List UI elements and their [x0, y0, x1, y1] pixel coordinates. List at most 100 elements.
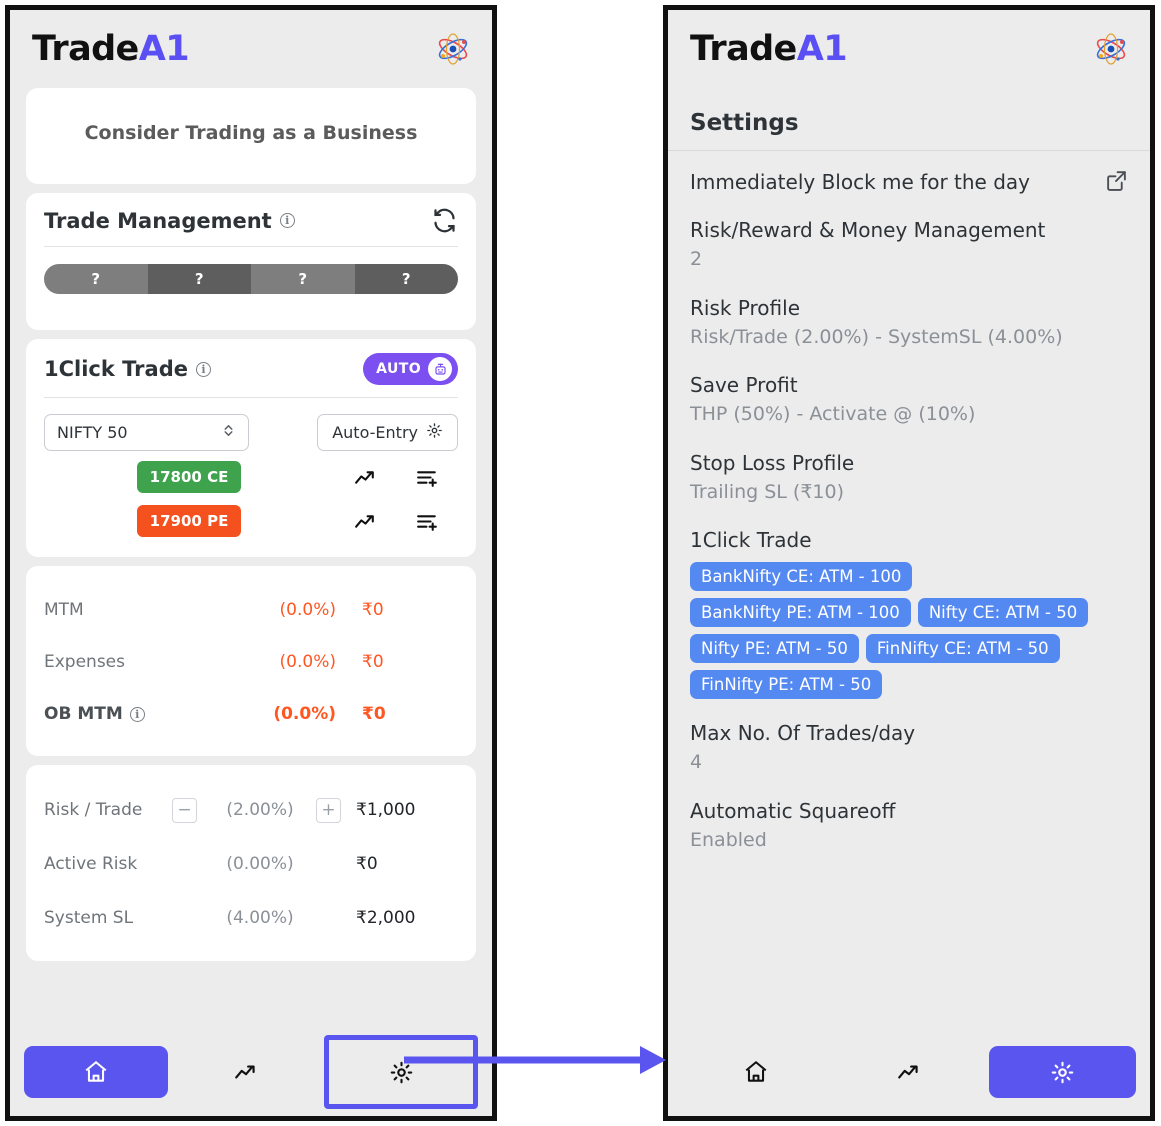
risk-per-trade-label: Risk / Trade: [44, 800, 143, 820]
setting-block-me-title: Immediately Block me for the day: [690, 170, 1030, 194]
brand-logo-part1: Trade: [32, 28, 139, 69]
brand-logo-part2: A1: [796, 28, 848, 69]
risk-decrease-button[interactable]: −: [172, 797, 197, 823]
add-to-list-icon[interactable]: [396, 465, 458, 490]
one-click-trade-title-group: 1Click Trade i: [44, 357, 211, 381]
segment-3[interactable]: ?: [251, 264, 355, 294]
settings-title: Settings: [668, 100, 1150, 151]
trend-up-icon[interactable]: [334, 465, 396, 490]
setting-automatic-squareoff-value: Enabled: [690, 828, 767, 851]
setting-risk-reward[interactable]: Risk/Reward & Money Management 2: [690, 217, 1128, 274]
setting-max-trades-value: 4: [690, 751, 703, 774]
setting-one-click-trade[interactable]: 1Click Trade BankNifty CE: ATM - 100 Ban…: [690, 527, 1128, 700]
nav-home-button[interactable]: [24, 1046, 168, 1098]
trade-management-header: Trade Management i: [44, 207, 458, 247]
setting-stop-loss-title: Stop Loss Profile: [690, 450, 855, 475]
refresh-icon[interactable]: [431, 207, 458, 234]
info-circle-icon[interactable]: i: [279, 213, 295, 228]
setting-automatic-squareoff[interactable]: Automatic Squareoff Enabled: [690, 798, 1128, 855]
atom-icon: [1094, 32, 1128, 66]
chip-finnifty-pe[interactable]: FinNifty PE: ATM - 50: [690, 670, 883, 700]
nav-trades-button[interactable]: [174, 1046, 318, 1098]
setting-max-trades[interactable]: Max No. Of Trades/day 4: [690, 720, 1128, 777]
info-circle-icon[interactable]: i: [195, 361, 211, 377]
setting-risk-reward-title: Risk/Reward & Money Management: [690, 218, 1046, 242]
ob-mtm-percent: (0.0%): [273, 704, 336, 724]
setting-one-click-trade-title: 1Click Trade: [690, 528, 812, 553]
trade-management-card: Trade Management i ? ? ? ?: [26, 193, 476, 330]
connector-arrow: [404, 1046, 666, 1074]
expenses-row: Expenses (0.0%) ₹0: [44, 636, 458, 688]
active-risk-label: Active Risk: [44, 854, 138, 874]
setting-save-profit-value: THP (50%) - Activate @ (10%): [690, 403, 976, 426]
chip-finnifty-ce[interactable]: FinNifty CE: ATM - 50: [865, 634, 1060, 664]
risk-card: Risk / Trade − (2.00%) + ₹1,000 Active R…: [26, 765, 476, 961]
system-sl-row: System SL (4.00%) ₹2,000: [44, 891, 458, 945]
ob-mtm-value: ₹0: [362, 704, 386, 724]
mtm-label: MTM: [44, 600, 84, 620]
segment-2[interactable]: ?: [147, 264, 251, 294]
active-risk-value: ₹0: [356, 854, 378, 874]
mtm-row: MTM (0.0%) ₹0: [44, 584, 458, 636]
segment-1[interactable]: ?: [44, 264, 148, 294]
segmented-bar: ? ? ? ?: [44, 264, 458, 294]
strike-row-ce: 17800 CE: [44, 455, 458, 499]
strike-chip-pe[interactable]: 17900 PE: [137, 505, 241, 537]
system-sl-percent: (4.00%): [226, 908, 294, 928]
trend-up-icon[interactable]: [334, 509, 396, 534]
phone-frame-home: TradeA1 Consider Trading as a Business: [5, 5, 497, 1121]
auto-toggle-badge[interactable]: AUTO: [363, 353, 458, 385]
bottom-nav-right: [668, 1028, 1150, 1116]
risk-per-trade-percent: (2.00%): [226, 800, 294, 820]
instrument-select[interactable]: NIFTY 50: [44, 414, 249, 451]
nav-settings-button[interactable]: [988, 1046, 1136, 1098]
quote-card: Consider Trading as a Business: [26, 88, 476, 184]
nav-trades-button[interactable]: [835, 1046, 982, 1098]
auto-entry-label: Auto-Entry: [332, 423, 418, 442]
setting-block-me[interactable]: Immediately Block me for the day: [690, 169, 1128, 196]
risk-increase-button[interactable]: +: [316, 797, 341, 823]
active-risk-row: Active Risk (0.00%) ₹0: [44, 837, 458, 891]
strike-row-pe: 17900 PE: [44, 499, 458, 543]
external-link-icon[interactable]: [1105, 169, 1128, 196]
setting-risk-profile-value: Risk/Trade (2.00%) - SystemSL (4.00%): [690, 325, 1063, 348]
setting-save-profit[interactable]: Save Profit THP (50%) - Activate @ (10%): [690, 372, 1128, 429]
trade-management-progress: ? ? ? ?: [44, 247, 458, 316]
trade-management-title: Trade Management: [44, 208, 272, 233]
phone-frame-settings: Trade A1 Settings Immediately Block me fo…: [663, 5, 1155, 1121]
screenshot-stage: TradeA1 Consider Trading as a Business: [0, 0, 1161, 1126]
chip-nifty-pe[interactable]: Nifty PE: ATM - 50: [690, 634, 859, 664]
chip-nifty-ce[interactable]: Nifty CE: ATM - 50: [917, 598, 1089, 628]
app-header-left: Trade A1: [10, 10, 492, 88]
mtm-value: ₹0: [362, 600, 384, 620]
strike-chip-ce[interactable]: 17800 CE: [137, 461, 241, 493]
mtm-card: MTM (0.0%) ₹0 Expenses (0.0%) ₹0 OB MTM …: [26, 566, 476, 756]
instrument-select-value: NIFTY 50: [57, 423, 128, 442]
chip-banknifty-ce[interactable]: BankNifty CE: ATM - 100: [690, 562, 913, 592]
nav-home-button[interactable]: [682, 1046, 829, 1098]
trade-management-title-group: Trade Management i: [44, 209, 295, 233]
chevron-updown-icon: [221, 423, 236, 442]
add-to-list-icon[interactable]: [396, 509, 458, 534]
system-sl-label: System SL: [44, 908, 134, 928]
setting-stop-loss-profile[interactable]: Stop Loss Profile Trailing SL (₹10): [690, 450, 1128, 507]
expenses-value: ₹0: [362, 652, 384, 672]
auto-badge-label: AUTO: [376, 361, 421, 377]
brand-logo: Trade A1: [690, 28, 848, 69]
expenses-percent: (0.0%): [279, 652, 336, 672]
chip-banknifty-pe[interactable]: BankNifty PE: ATM - 100: [690, 598, 911, 628]
app-header-right: Trade A1: [668, 10, 1150, 88]
risk-per-trade-row: Risk / Trade − (2.00%) + ₹1,000: [44, 783, 458, 837]
robot-icon: [428, 357, 452, 381]
ob-mtm-label-group: OB MTM i: [44, 704, 194, 724]
segment-4[interactable]: ?: [354, 264, 458, 294]
setting-stop-loss-value: Trailing SL (₹10): [690, 480, 845, 503]
risk-per-trade-value: ₹1,000: [356, 800, 416, 820]
expenses-label: Expenses: [44, 652, 125, 672]
auto-entry-button[interactable]: Auto-Entry: [317, 414, 458, 451]
info-circle-icon[interactable]: i: [129, 706, 145, 722]
one-click-trade-title: 1Click Trade: [44, 357, 188, 381]
setting-risk-profile[interactable]: Risk Profile Risk/Trade (2.00%) - System…: [690, 295, 1128, 352]
active-risk-percent: (0.00%): [226, 854, 294, 874]
gear-icon: [426, 422, 443, 443]
